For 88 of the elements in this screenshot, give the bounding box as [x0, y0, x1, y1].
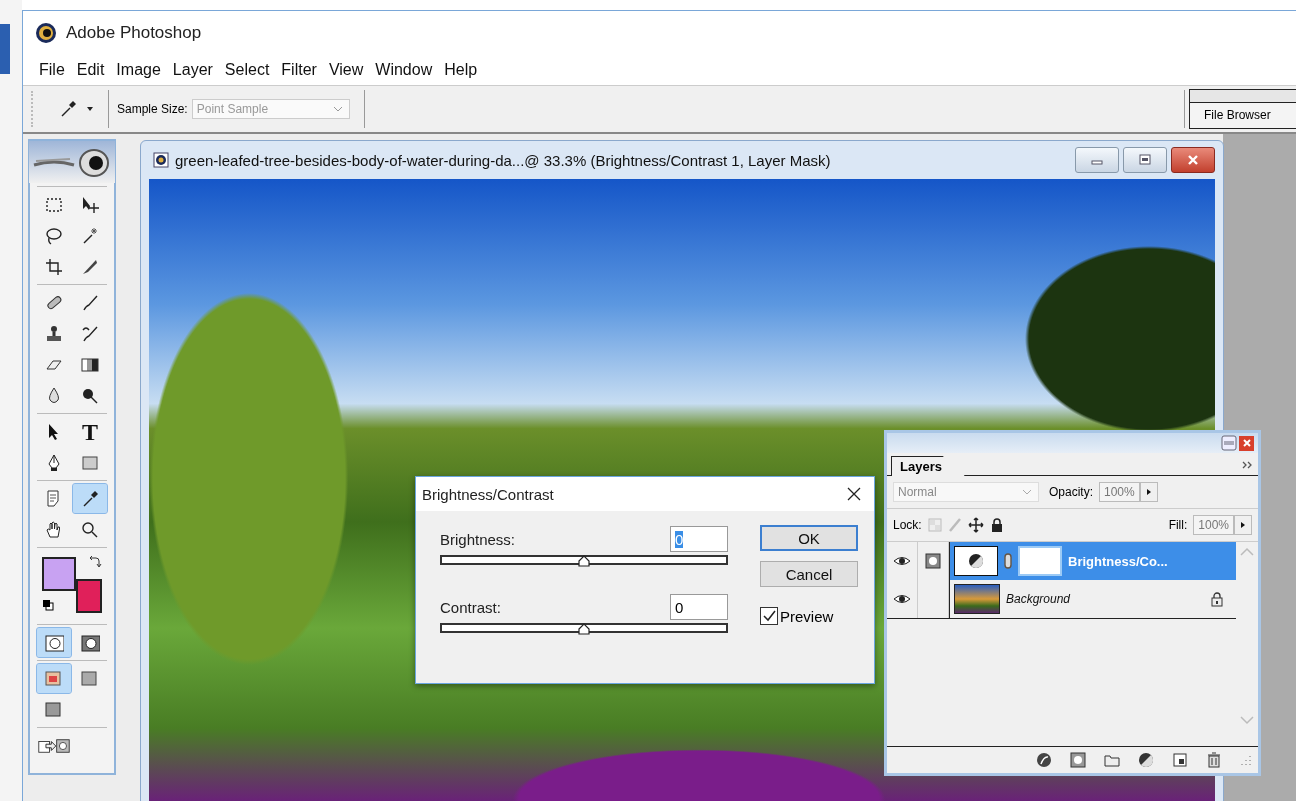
- zoom-icon: [80, 519, 100, 540]
- half-circle-icon: [968, 553, 984, 569]
- background-color-swatch[interactable]: [76, 579, 102, 613]
- adjustment-layer-icon[interactable]: [1138, 752, 1154, 768]
- layer-name: Brightness/Co...: [1068, 553, 1168, 569]
- close-button[interactable]: [1239, 435, 1254, 451]
- panel-menu-icon[interactable]: [1242, 461, 1252, 469]
- scrollbar[interactable]: [1238, 546, 1256, 726]
- sample-size-label: Sample Size:: [117, 102, 188, 116]
- slider-thumb[interactable]: [578, 555, 590, 567]
- quick-mask-icon: [80, 632, 100, 653]
- folder-icon[interactable]: [1104, 752, 1120, 768]
- tool-button[interactable]: [73, 484, 107, 513]
- mask-thumbnail: [1018, 546, 1062, 576]
- ok-button[interactable]: OK: [760, 525, 858, 551]
- menu-item[interactable]: Filter: [275, 61, 323, 79]
- triangle-icon: [1240, 521, 1246, 529]
- value-field[interactable]: 0: [670, 594, 728, 620]
- eye-icon: [893, 554, 911, 568]
- file-browser-tab[interactable]: File Browser: [1190, 103, 1296, 122]
- fill-field[interactable]: 100%: [1193, 515, 1234, 535]
- tool-button[interactable]: T: [73, 417, 107, 446]
- menu-item[interactable]: View: [322, 61, 370, 79]
- minimize-button[interactable]: [1075, 147, 1119, 173]
- fill-label: Fill:: [1168, 518, 1188, 532]
- fill-slider-button[interactable]: [1234, 515, 1252, 535]
- link-icon[interactable]: [1004, 553, 1012, 569]
- menu-item[interactable]: Help: [438, 61, 484, 79]
- crop-icon: [44, 256, 64, 277]
- lock-label: Lock:: [893, 518, 922, 532]
- opacity-label: Opacity:: [1049, 485, 1093, 499]
- menu-item[interactable]: Edit: [70, 61, 111, 79]
- maximize-icon: [1138, 154, 1152, 166]
- opacity-slider-button[interactable]: [1139, 482, 1158, 502]
- menu-item[interactable]: Window: [369, 61, 439, 79]
- adjustment-label: Contrast:: [440, 598, 501, 616]
- menu-item[interactable]: Image: [110, 61, 167, 79]
- background-window: [0, 24, 10, 74]
- new-layer-icon[interactable]: [1172, 752, 1188, 768]
- trash-icon[interactable]: [1206, 752, 1222, 768]
- foreground-color-swatch[interactable]: [42, 557, 76, 591]
- standard-mode-icon: [44, 632, 64, 653]
- close-button[interactable]: [1171, 147, 1215, 173]
- menu-item[interactable]: Select: [218, 61, 276, 79]
- add-mask-icon[interactable]: [1070, 752, 1086, 768]
- eye-icon: [893, 592, 911, 606]
- preview-checkbox[interactable]: [760, 607, 778, 625]
- swap-icon[interactable]: [88, 555, 102, 569]
- dialog-title: Brightness/Contrast: [422, 485, 554, 503]
- cancel-button[interactable]: Cancel: [760, 561, 858, 587]
- menu-item[interactable]: File: [33, 61, 71, 79]
- triangle-icon: [1145, 488, 1152, 496]
- slider-thumb[interactable]: [578, 623, 590, 635]
- mask-icon: [925, 553, 941, 569]
- default-colors-icon[interactable]: [42, 599, 54, 611]
- slider-track[interactable]: [440, 555, 728, 565]
- window-title: Adobe Photoshop: [66, 23, 202, 43]
- adjustment-label: Brightness:: [440, 530, 516, 548]
- preview-label: Preview: [780, 607, 834, 625]
- window-icon: [44, 699, 64, 720]
- opacity-field[interactable]: 100%: [1099, 482, 1140, 502]
- window-icon: [80, 668, 100, 689]
- app-logo-icon: [35, 22, 57, 44]
- resize-grip-icon[interactable]: [1240, 754, 1252, 766]
- stamp-icon: [44, 323, 64, 344]
- move-icon[interactable]: [967, 517, 984, 533]
- slider-track[interactable]: [440, 623, 728, 633]
- image-thumbnail: [954, 584, 1000, 614]
- chevron-icon: [332, 105, 343, 113]
- layers-tab[interactable]: Layers: [891, 456, 965, 476]
- layer-style-icon[interactable]: [1036, 752, 1052, 768]
- collapse-icon[interactable]: [1221, 435, 1237, 451]
- check-icon: [761, 609, 777, 623]
- document-icon: [153, 152, 169, 168]
- image-layer[interactable]: Background: [949, 580, 1236, 618]
- lock-icon[interactable]: [989, 517, 1004, 533]
- lasso-icon: [44, 225, 64, 246]
- close-icon[interactable]: [846, 486, 862, 502]
- blend-mode-dropdown[interactable]: Normal: [893, 482, 1039, 502]
- window-icon: [44, 668, 64, 689]
- document-title: green-leafed-tree-besides-body-of-water-during-da...@ 33.3% (Brightness/Contrast 1, Layer Mask): [175, 151, 831, 169]
- chevron-icon: [1022, 488, 1032, 496]
- close-icon: [1240, 437, 1253, 449]
- caret-icon: [86, 106, 94, 112]
- menu-item[interactable]: Layer: [166, 61, 219, 79]
- layer-name: Background: [1006, 592, 1071, 606]
- lock-icon: [1210, 591, 1224, 607]
- close-icon: [1186, 154, 1200, 166]
